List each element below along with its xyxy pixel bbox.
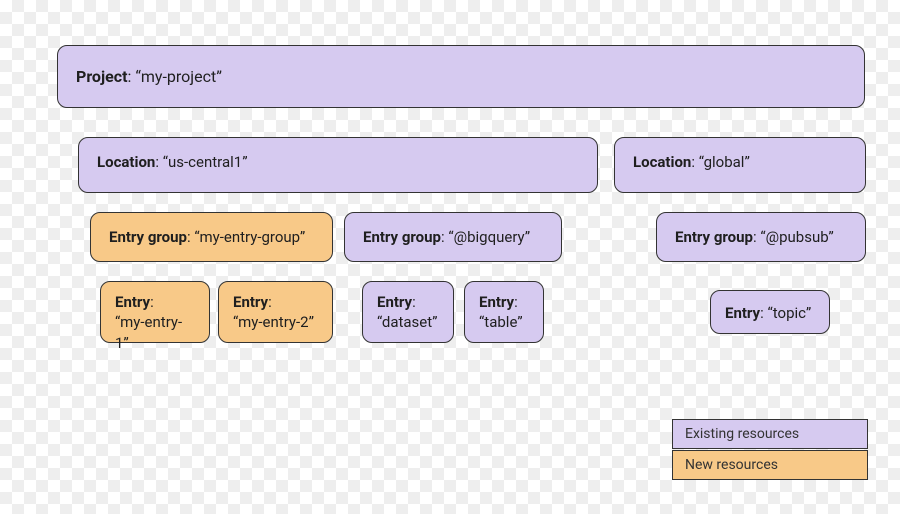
location-1-box: Location: “us-central1”	[78, 137, 598, 193]
entry-group-3-value: “@pubsub”	[760, 228, 833, 246]
entry-3-box: Entry: “dataset”	[362, 281, 454, 343]
location-2-box: Location: “global”	[614, 137, 866, 193]
entry-group-3-box: Entry group: “@pubsub”	[656, 212, 866, 262]
project-label: Project	[76, 67, 128, 86]
entry-5-value: “topic”	[767, 304, 811, 322]
entry-group-1-label: Entry group	[109, 228, 187, 246]
entry-group-1-box: Entry group: “my-entry-group”	[90, 212, 333, 262]
location-1-value: “us-central1”	[163, 153, 248, 171]
location-2-label: Location	[633, 153, 691, 171]
location-1-label: Location	[97, 153, 155, 171]
entry-2-value: “my-entry-2”	[233, 313, 314, 331]
entry-4-label: Entry	[479, 293, 514, 311]
entry-5-box: Entry: “topic”	[710, 290, 830, 334]
entry-4-box: Entry: “table”	[464, 281, 544, 343]
entry-3-value: “dataset”	[377, 313, 438, 331]
entry-4-sep: :	[514, 293, 518, 311]
entry-group-2-value: “@bigquery”	[448, 228, 530, 246]
legend-existing: Existing resources	[672, 419, 868, 449]
entry-group-2-label: Entry group	[363, 228, 441, 246]
entry-1-sep: :	[150, 293, 154, 311]
entry-4-value: “table”	[479, 313, 523, 331]
entry-3-label: Entry	[377, 293, 412, 311]
entry-group-2-box: Entry group: “@bigquery”	[344, 212, 562, 262]
entry-1-value: “my-entry-1”	[115, 313, 182, 351]
entry-5-label: Entry	[725, 304, 760, 322]
entry-3-sep: :	[412, 293, 416, 311]
legend-new: New resources	[672, 450, 868, 480]
entry-2-sep: :	[268, 293, 272, 311]
entry-group-1-value: “my-entry-group”	[194, 228, 305, 246]
location-2-sep: :	[691, 153, 698, 171]
project-value: “my-project”	[135, 67, 222, 86]
entry-group-3-label: Entry group	[675, 228, 753, 246]
location-1-sep: :	[155, 153, 162, 171]
entry-2-label: Entry	[233, 293, 268, 311]
entry-2-box: Entry: “my-entry-2”	[218, 281, 333, 343]
entry-1-box: Entry: “my-entry-1”	[100, 281, 210, 343]
entry-1-label: Entry	[115, 293, 150, 311]
project-box: Project: “my-project”	[57, 45, 865, 108]
location-2-value: “global”	[699, 153, 750, 171]
